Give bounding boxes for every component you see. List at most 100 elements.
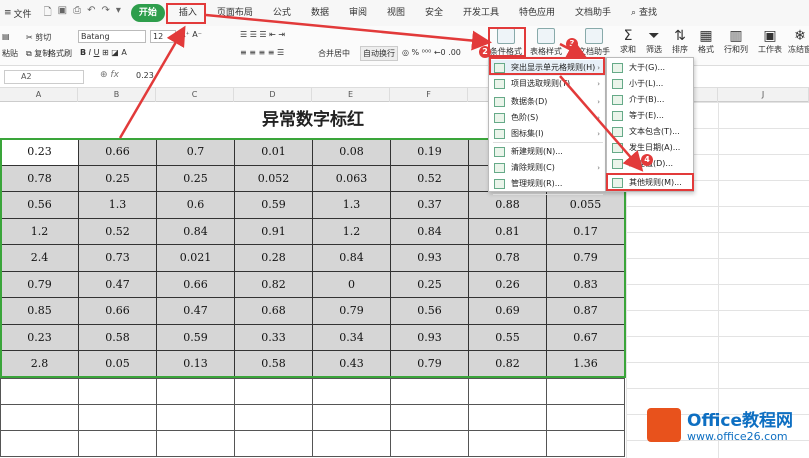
column-header[interactable]: D	[234, 88, 312, 102]
table-cell[interactable]: 0.78	[0, 164, 79, 192]
tab-page-layout[interactable]: 页面布局	[207, 0, 263, 26]
column-header[interactable]: F	[390, 88, 468, 102]
cut-button[interactable]: ✂ 剪切	[26, 32, 51, 43]
wrap-text-button[interactable]: 自动换行	[360, 46, 398, 61]
table-cell[interactable]	[312, 430, 391, 457]
number-format-icon[interactable]: ◎ % ⁰⁰⁰ ←0 .00	[402, 48, 461, 57]
table-cell[interactable]: 0.25	[156, 164, 235, 192]
table-cell[interactable]: 0.055	[546, 191, 625, 219]
table-cell[interactable]: 0.66	[78, 138, 157, 166]
table-cell[interactable]: 0.87	[546, 297, 625, 325]
align-left-icon[interactable]: ≡ ≡ ≡ ≡ ☰	[240, 48, 284, 57]
cf-menu-item[interactable]: 色阶(S) ›	[489, 110, 605, 126]
table-cell[interactable]: 0.6	[156, 191, 235, 219]
table-cell[interactable]	[546, 430, 625, 457]
dropdown-icon[interactable]: ▾	[116, 5, 121, 22]
table-cell[interactable]	[390, 378, 469, 405]
table-cell[interactable]: 0.79	[390, 350, 469, 378]
column-header[interactable]: B	[78, 88, 156, 102]
table-cell[interactable]	[78, 378, 157, 405]
table-cell[interactable]: 0.23	[0, 138, 79, 166]
table-cell[interactable]: 0.26	[468, 270, 547, 298]
table-cell[interactable]: 0.73	[78, 244, 157, 272]
table-cell[interactable]: 0.37	[390, 191, 469, 219]
table-cell[interactable]: 0.25	[390, 270, 469, 298]
table-cell[interactable]	[312, 378, 391, 405]
table-cell[interactable]: 1.3	[78, 191, 157, 219]
table-cell[interactable]: 2.4	[0, 244, 79, 272]
worksheet-button[interactable]: ▣ 工作表	[758, 28, 782, 55]
cf-menu-item[interactable]: 数据条(D) ›	[489, 94, 605, 110]
cf-menu-item[interactable]: 突出显示单元格规则(H) ›	[489, 60, 605, 76]
tab-security[interactable]: 安全	[415, 0, 453, 26]
table-cell[interactable]: 0.78	[468, 244, 547, 272]
column-header[interactable]: J	[718, 88, 809, 102]
table-cell[interactable]	[234, 404, 313, 431]
search-tab[interactable]: ⌕ 查找	[621, 0, 667, 26]
table-cell[interactable]: 0.59	[234, 191, 313, 219]
merge-center-button[interactable]: 合并居中	[318, 48, 350, 59]
table-cell[interactable]: 0.67	[546, 323, 625, 351]
table-cell[interactable]: 1.3	[312, 191, 391, 219]
highlight-rule-item[interactable]: 文本包含(T)...	[607, 124, 693, 140]
tab-formulas[interactable]: 公式	[263, 0, 301, 26]
highlight-rule-item[interactable]: 等于(E)...	[607, 108, 693, 124]
paste-icon[interactable]: ▤	[2, 32, 10, 41]
table-cell[interactable]: 0.47	[78, 270, 157, 298]
undo-icon[interactable]: ↶	[87, 5, 95, 22]
table-cell[interactable]: 0.79	[312, 297, 391, 325]
table-cell[interactable]: 0.01	[234, 138, 313, 166]
table-cell[interactable]	[468, 378, 547, 405]
table-cell[interactable]: 0.84	[312, 244, 391, 272]
font-name-select[interactable]: Batang	[78, 30, 146, 43]
highlight-rule-item[interactable]: 介于(B)...	[607, 92, 693, 108]
highlight-rule-item[interactable]: 发生日期(A)...	[607, 140, 693, 156]
table-cell[interactable]: 0.56	[390, 297, 469, 325]
table-cell[interactable]: 0.063	[312, 164, 391, 192]
table-cell[interactable]: 0.82	[468, 350, 547, 378]
table-cell[interactable]: 0.66	[156, 270, 235, 298]
cf-menu-item[interactable]: 项目选取规则(T) ›	[489, 76, 605, 92]
rows-cols-button[interactable]: ▥ 行和列	[724, 28, 748, 55]
table-cell[interactable]: 0.82	[234, 270, 313, 298]
new-file-icon[interactable]: 🗋	[44, 5, 52, 22]
table-cell[interactable]	[390, 430, 469, 457]
save-icon[interactable]: ▣	[58, 5, 67, 22]
file-menu[interactable]: ≡ 文件	[0, 7, 38, 20]
table-cell[interactable]: 0.13	[156, 350, 235, 378]
table-cell[interactable]: 0.79	[0, 270, 79, 298]
copy-button[interactable]: ⧉ 复制	[26, 48, 50, 59]
tab-special[interactable]: 特色应用	[509, 0, 565, 26]
table-cell[interactable]	[546, 378, 625, 405]
table-cell[interactable]: 0.43	[312, 350, 391, 378]
font-size-select[interactable]: 12	[150, 30, 176, 43]
table-cell[interactable]: 0.66	[78, 297, 157, 325]
table-cell[interactable]: 0.33	[234, 323, 313, 351]
tab-view[interactable]: 视图	[377, 0, 415, 26]
table-cell[interactable]	[390, 404, 469, 431]
table-cell[interactable]: 0.85	[0, 297, 79, 325]
table-cell[interactable]	[234, 378, 313, 405]
table-cell[interactable]: 0.23	[0, 323, 79, 351]
font-grow-icon[interactable]: A⁺ A⁻	[180, 30, 202, 39]
tab-developer[interactable]: 开发工具	[453, 0, 509, 26]
table-cell[interactable]	[0, 430, 79, 457]
formula-input[interactable]: 0.23	[136, 71, 154, 80]
table-cell[interactable]: 0.19	[390, 138, 469, 166]
table-cell[interactable]: 0.84	[390, 217, 469, 245]
tab-home[interactable]: 开始	[130, 4, 165, 22]
cf-menu-item[interactable]: 清除规则(C) ›	[489, 160, 605, 176]
table-cell[interactable]	[468, 404, 547, 431]
table-cell[interactable]: 0.68	[234, 297, 313, 325]
table-cell[interactable]: 0.91	[234, 217, 313, 245]
table-cell[interactable]: 2.8	[0, 350, 79, 378]
column-header[interactable]: C	[156, 88, 234, 102]
table-cell[interactable]	[78, 430, 157, 457]
freeze-button[interactable]: ❄ 冻结窗	[788, 28, 809, 55]
table-style-button[interactable]: 表格样式	[530, 28, 562, 57]
filter-button[interactable]: ⏷ 筛选	[646, 28, 662, 55]
table-cell[interactable]: 0.88	[468, 191, 547, 219]
table-cell[interactable]: 0.28	[234, 244, 313, 272]
table-cell[interactable]	[156, 404, 235, 431]
redo-icon[interactable]: ↷	[101, 5, 109, 22]
